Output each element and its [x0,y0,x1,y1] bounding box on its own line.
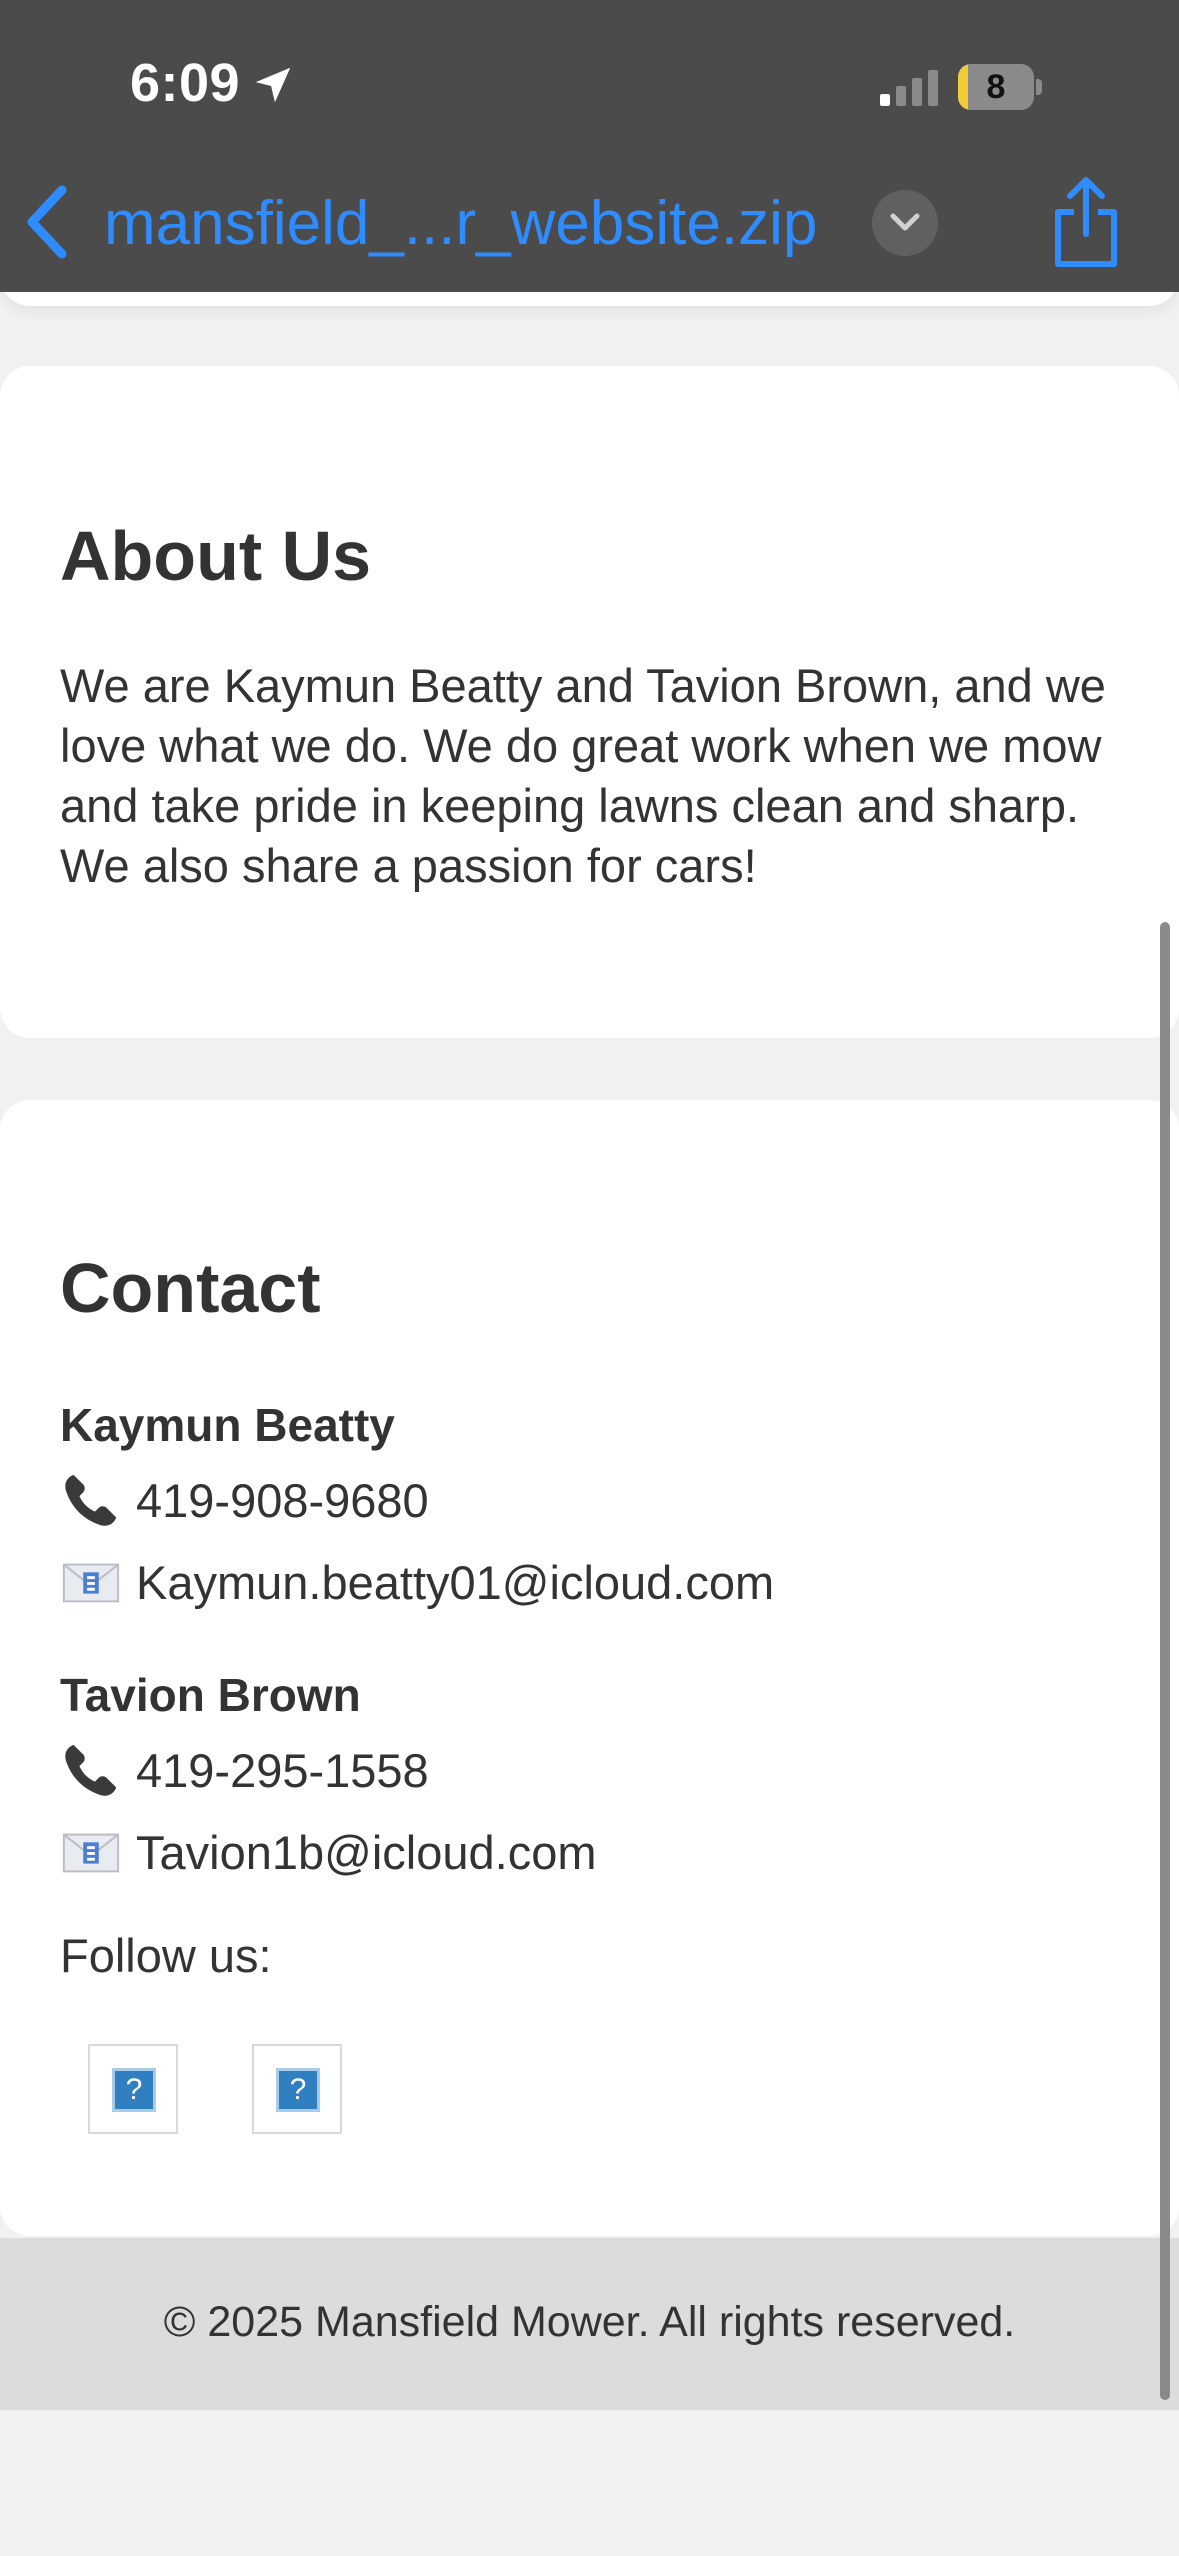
battery-tip [1036,79,1042,95]
phone-number[interactable]: 419-908-9680 [136,1473,429,1528]
follow-us-label: Follow us: [60,1929,272,1982]
phone-icon [65,1744,117,1796]
location-arrow-icon [255,67,291,103]
phone-number[interactable]: 419-295-1558 [136,1743,429,1798]
social-link-broken-image-icon[interactable]: ? [252,2044,342,2134]
contact-section: Contact Kaymun Beatty 419-908-9680 Kaymu… [0,1100,1179,2236]
email-address[interactable]: Tavion1b@icloud.com [136,1825,597,1880]
email-address[interactable]: Kaymun.beatty01@icloud.com [136,1555,774,1610]
phone-icon [65,1474,117,1526]
contact-email[interactable]: Tavion1b@icloud.com [60,1820,597,1884]
share-icon[interactable] [1044,176,1128,270]
about-heading: About Us [60,517,372,595]
about-text: We are Kaymun Beatty and Tavion Brown, a… [60,659,1106,892]
file-title[interactable]: mansfield_...r_website.zip [104,188,817,259]
chevron-left-icon[interactable] [22,182,74,262]
broken-image-icon: ? [276,2068,320,2112]
scrollbar[interactable] [1160,922,1170,2400]
battery-icon: 8 [958,64,1042,110]
about-section: About Us We are Kaymun Beatty and Tavion… [0,366,1179,1038]
contact-heading: Contact [60,1249,321,1327]
footer: © 2025 Mansfield Mower. All rights reser… [0,2238,1179,2410]
footer-copyright: © 2025 Mansfield Mower. All rights reser… [163,2298,1016,2346]
status-time: 6:09 [130,53,241,113]
contact-phone[interactable]: 419-295-1558 [60,1738,429,1802]
envelope-icon [62,1833,120,1873]
contact-phone[interactable]: 419-908-9680 [60,1468,429,1532]
envelope-icon [62,1563,120,1603]
cellular-signal-icon [880,70,938,106]
chevron-down-icon [890,213,920,231]
battery-level: 8 [986,68,1006,106]
top-bar: 6:09 8 mansfield_...r_website.zip [0,0,1179,292]
title-dropdown-button[interactable] [872,190,938,256]
broken-image-icon: ? [112,2068,156,2112]
social-link-broken-image-icon[interactable]: ? [88,2044,178,2134]
contact-email[interactable]: Kaymun.beatty01@icloud.com [60,1550,774,1614]
battery-body: 8 [958,64,1034,110]
contact-name: Tavion Brown [60,1669,361,1721]
contact-name: Kaymun Beatty [60,1399,395,1451]
